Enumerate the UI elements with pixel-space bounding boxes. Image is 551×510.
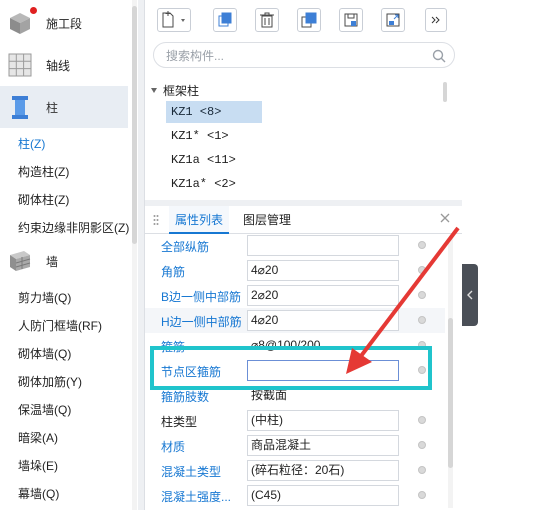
layers-copy-icon — [301, 12, 317, 28]
property-row: 混凝土类型 (碎石粒径：20石) — [145, 458, 445, 483]
delete-component-button[interactable] — [255, 8, 279, 32]
drag-grip-icon[interactable] — [153, 214, 159, 226]
property-value-input[interactable]: (中柱) — [247, 410, 399, 431]
wall-item-hidden-beam[interactable]: 暗梁(A) — [18, 429, 58, 446]
wall-item-curtain-wall[interactable]: 幕墙(Q) — [18, 485, 59, 502]
property-value-input[interactable]: 4⌀20 — [247, 260, 399, 281]
chevron-left-icon — [467, 290, 473, 300]
wall-icon — [10, 251, 31, 271]
property-status-dot — [418, 491, 426, 499]
toolbar — [145, 0, 463, 38]
component-panel: 框架柱 KZ1 <8> KZ1* <1> KZ1a <11> KZ1a* <2>… — [144, 0, 463, 510]
copy-icon — [218, 12, 232, 27]
search-icon[interactable] — [432, 49, 446, 63]
property-status-dot — [418, 441, 426, 449]
property-value-input[interactable] — [247, 235, 399, 256]
property-status-dot — [418, 291, 426, 299]
category-construction-section[interactable]: 施工段 — [0, 2, 128, 44]
more-tools-button[interactable] — [425, 8, 447, 32]
property-name: 角筋 — [161, 265, 186, 279]
sidebar-scrollbar[interactable] — [132, 0, 137, 510]
tree-item[interactable]: KZ1a <11> — [166, 149, 262, 171]
grid-icon — [8, 53, 32, 77]
scrollbar-thumb[interactable] — [132, 6, 137, 244]
column-icon — [12, 96, 28, 119]
property-row: 全部纵筋 — [145, 233, 445, 258]
new-document-icon — [162, 11, 185, 28]
notification-dot — [30, 7, 37, 14]
property-row: H边一侧中部筋 4⌀20 — [145, 308, 445, 333]
save-icon — [344, 13, 358, 27]
property-value-input[interactable]: 4⌀20 — [247, 310, 399, 331]
column-item-boundary-zone[interactable]: 约束边缘非阴影区(Z) — [18, 219, 129, 236]
property-name: 全部纵筋 — [161, 240, 210, 254]
tree-item[interactable]: KZ1 <8> — [166, 101, 262, 123]
category-label: 墙 — [46, 254, 59, 269]
property-status-dot — [418, 266, 426, 274]
tree-item[interactable]: KZ1* <1> — [166, 125, 262, 147]
category-label: 轴线 — [46, 58, 71, 73]
extract-component-button[interactable] — [381, 8, 405, 32]
wall-item-shear-wall[interactable]: 剪力墙(Q) — [18, 289, 71, 306]
category-label: 施工段 — [46, 16, 83, 31]
property-status-dot — [418, 416, 426, 424]
property-name: B边一侧中部筋 — [161, 290, 242, 304]
property-row: 混凝土强度... (C45) — [145, 483, 445, 508]
component-sidebar: 施工段 轴线 柱 柱(Z) 构造柱(Z) 砌体柱(Z) 约束边缘非阴影区(Z) — [0, 0, 138, 510]
tree-group-label: 框架柱 — [163, 84, 200, 98]
wall-item-wall-pier[interactable]: 墙垛(E) — [18, 457, 58, 474]
trash-icon — [260, 12, 274, 28]
property-scrollbar[interactable] — [448, 238, 453, 508]
cube-icon — [10, 13, 30, 34]
new-component-button[interactable] — [157, 8, 191, 32]
wall-item-masonry-reinforcement[interactable]: 砌体加筋(Y) — [18, 373, 82, 390]
component-search — [153, 42, 455, 68]
category-label: 柱 — [46, 100, 59, 115]
save-template-button[interactable] — [339, 8, 363, 32]
scrollbar-thumb[interactable] — [448, 318, 453, 468]
property-row: 材质 商品混凝土 — [145, 433, 445, 458]
tab-properties[interactable]: 属性列表 — [169, 206, 230, 234]
column-item-constructional-column[interactable]: 构造柱(Z) — [18, 163, 69, 180]
tree-group-frame-column[interactable]: 框架柱 — [151, 82, 199, 99]
wall-item-civil-defense-wall[interactable]: 人防门框墙(RF) — [18, 317, 102, 334]
copy-component-button[interactable] — [213, 8, 237, 32]
property-name: 混凝土强度... — [161, 490, 232, 504]
tree-item[interactable]: KZ1a* <2> — [166, 173, 262, 195]
property-value-input[interactable]: (碎石粒径：20石) — [247, 460, 399, 481]
copy-to-floor-button[interactable] — [297, 8, 321, 32]
tab-layers[interactable]: 图层管理 — [237, 206, 297, 234]
column-item-masonry-column[interactable]: 砌体柱(Z) — [18, 191, 69, 208]
canvas-area — [462, 0, 551, 510]
wall-item-masonry-wall[interactable]: 砌体墙(Q) — [18, 345, 71, 362]
property-name: 材质 — [161, 440, 186, 454]
collapse-panel-button[interactable] — [462, 264, 478, 326]
wall-item-insulation-wall[interactable]: 保温墙(Q) — [18, 401, 71, 418]
property-name: 箍筋肢数 — [161, 390, 210, 404]
property-value-input[interactable]: 商品混凝土 — [247, 435, 399, 456]
property-name: 混凝土类型 — [161, 465, 222, 479]
property-tabs: 属性列表 图层管理 — [145, 206, 463, 234]
annotation-highlight-box — [150, 346, 432, 390]
property-status-dot — [418, 316, 426, 324]
property-status-dot — [418, 241, 426, 249]
property-row: 角筋 4⌀20 — [145, 258, 445, 283]
property-name: H边一侧中部筋 — [161, 315, 242, 329]
category-axis[interactable]: 轴线 — [0, 44, 128, 86]
double-chevron-right-icon — [431, 16, 440, 24]
property-row: B边一侧中部筋 2⌀20 — [145, 283, 445, 308]
extract-icon — [386, 13, 400, 27]
property-status-dot — [418, 466, 426, 474]
category-column[interactable]: 柱 — [0, 86, 128, 128]
search-input[interactable] — [166, 47, 416, 65]
column-item-column[interactable]: 柱(Z) — [18, 135, 45, 152]
tree-scrollbar[interactable] — [443, 82, 447, 102]
property-value-input[interactable]: 2⌀20 — [247, 285, 399, 306]
category-wall[interactable]: 墙 — [0, 240, 128, 282]
caret-down-icon[interactable] — [151, 88, 157, 93]
property-row: 柱类型 (中柱) — [145, 408, 445, 433]
property-name: 柱类型 — [161, 415, 198, 429]
property-value-input[interactable]: (C45) — [247, 485, 399, 506]
close-icon[interactable] — [439, 212, 451, 224]
